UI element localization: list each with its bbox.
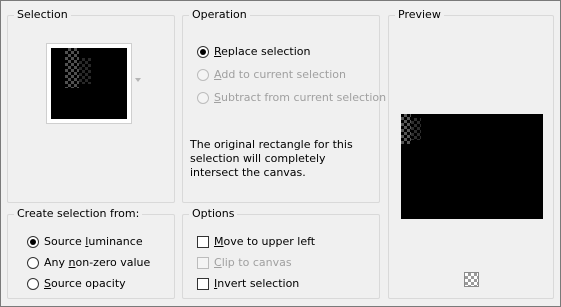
radio-any-non-zero-value-label: Any non-zero value <box>44 256 151 269</box>
operation-group-title: Operation <box>189 7 250 22</box>
checkbox-move-to-upper-left[interactable]: Move to upper left <box>197 235 315 249</box>
thumbnail-gradient-pattern-fade <box>79 58 91 84</box>
selection-thumbnail-image <box>51 48 127 119</box>
radio-any-non-zero-value-circle[interactable] <box>27 257 39 269</box>
preview-group: Preview <box>388 7 554 299</box>
radio-replace-selection-circle[interactable] <box>197 46 209 58</box>
radio-source-luminance[interactable]: Source luminance <box>27 235 143 249</box>
radio-add-to-current-selection-circle[interactable] <box>197 69 209 81</box>
radio-subtract-from-current-selection-circle[interactable] <box>197 92 209 104</box>
checkbox-move-to-upper-left-label: Move to upper left <box>214 235 316 248</box>
checkbox-clip-to-canvas-box[interactable] <box>197 257 209 269</box>
checkbox-clip-to-canvas[interactable]: Clip to canvas <box>197 256 292 270</box>
radio-source-luminance-label: Source luminance <box>44 235 143 248</box>
radio-subtract-from-current-selection-label: Subtract from current selection <box>214 91 387 104</box>
selection-group: Selection <box>7 7 175 203</box>
options-group-title: Options <box>189 206 238 221</box>
preview-image <box>401 114 543 219</box>
radio-replace-selection[interactable]: Replace selection <box>197 45 310 59</box>
radio-subtract-from-current-selection[interactable]: Subtract from current selection <box>197 91 386 105</box>
checkbox-clip-to-canvas-label: Clip to canvas <box>214 256 292 269</box>
preview-gradient-pattern <box>401 114 411 144</box>
checkbox-move-to-upper-left-box[interactable] <box>197 236 209 248</box>
radio-source-opacity-label: Source opacity <box>44 277 126 290</box>
preview-gradient-pattern-fade <box>411 118 421 140</box>
dialog-frame: Selection Operation Replace selection Ad… <box>0 0 561 307</box>
checkbox-invert-selection-label: Invert selection <box>214 277 300 290</box>
radio-source-opacity[interactable]: Source opacity <box>27 277 126 291</box>
selection-group-title: Selection <box>14 7 71 22</box>
operation-group: Operation Replace selection Add to curre… <box>182 7 386 203</box>
selection-dropdown-arrow-icon[interactable] <box>135 78 141 82</box>
options-group: Options Move to upper left Clip to canva… <box>182 206 380 299</box>
create-selection-from-title: Create selection from: <box>14 206 143 221</box>
thumbnail-gradient-pattern <box>65 48 79 88</box>
operation-info-text: The original rectangle for this selectio… <box>190 138 353 179</box>
radio-replace-selection-label: Replace selection <box>214 45 311 58</box>
create-selection-from-group: Create selection from: Source luminance … <box>7 206 175 299</box>
radio-source-luminance-circle[interactable] <box>27 236 39 248</box>
radio-add-to-current-selection-label: Add to current selection <box>214 68 346 81</box>
radio-any-non-zero-value[interactable]: Any non-zero value <box>27 256 150 270</box>
checkbox-invert-selection[interactable]: Invert selection <box>197 277 299 291</box>
selection-thumbnail[interactable] <box>46 43 132 124</box>
preview-group-title: Preview <box>395 7 444 22</box>
radio-add-to-current-selection[interactable]: Add to current selection <box>197 68 346 82</box>
transparency-checker-icon[interactable] <box>464 272 479 287</box>
checkbox-invert-selection-box[interactable] <box>197 278 209 290</box>
radio-source-opacity-circle[interactable] <box>27 278 39 290</box>
